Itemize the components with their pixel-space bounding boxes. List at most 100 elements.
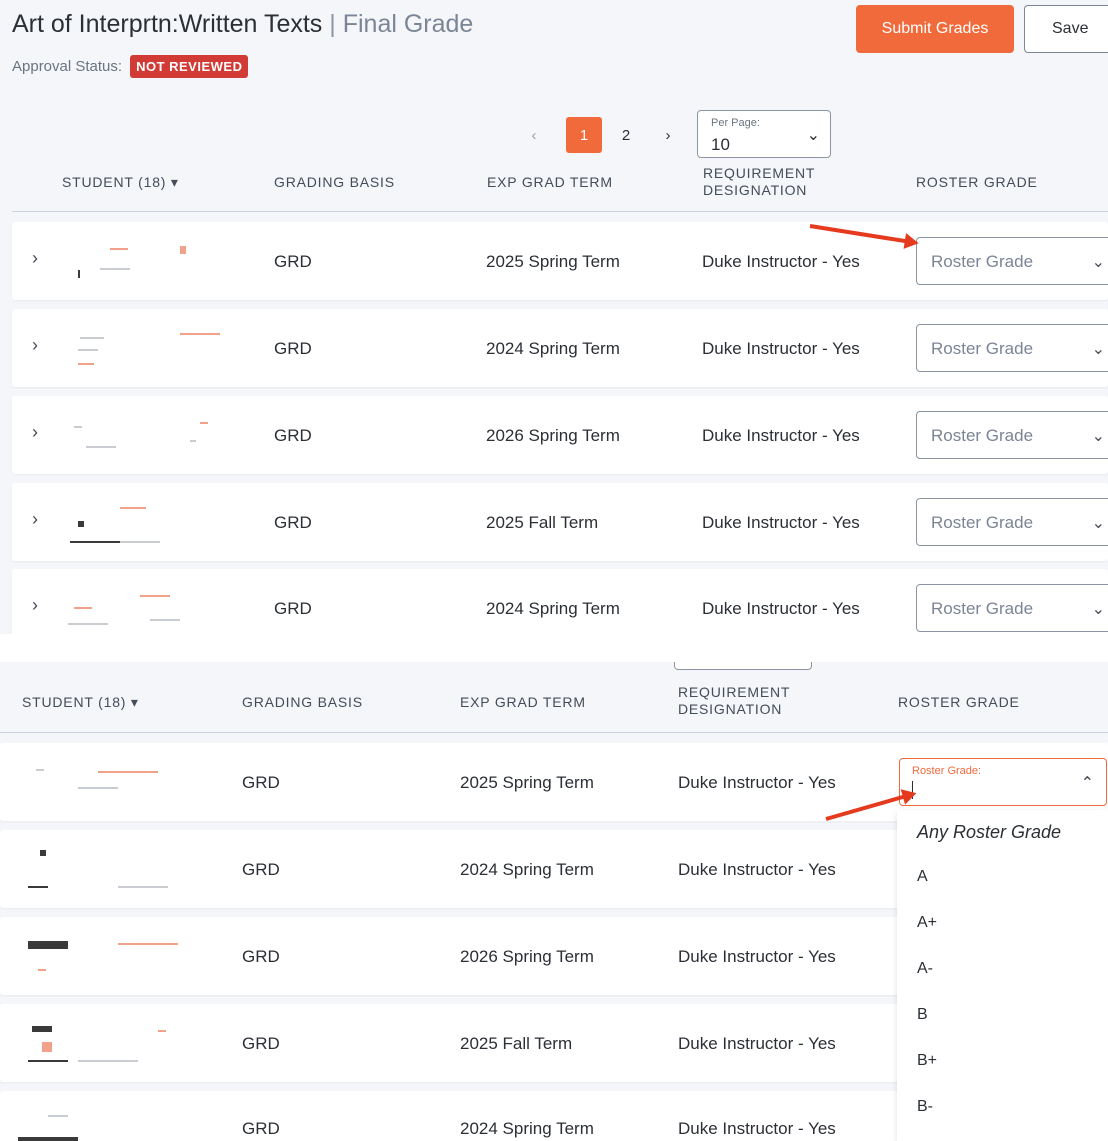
roster-grade-placeholder: Roster Grade [931, 513, 1034, 532]
grade-roster-panel-dropdown-open: STUDENT (18) ▾ GRADING BASIS EXP GRAD TE… [0, 662, 1108, 1141]
table-row: › GRD 2026 Spring Term Duke Instructor -… [12, 396, 1108, 474]
roster-grade-select[interactable]: Roster Grade ⌄ [916, 324, 1108, 372]
column-header-student[interactable]: STUDENT (18) ▾ [62, 174, 179, 191]
grade-roster-panel-collapsed: Art of Interprtn:Written Texts | Final G… [0, 0, 1108, 634]
requirement-cell: Duke Instructor - Yes [702, 426, 860, 445]
roster-grade-placeholder: Roster Grade [931, 252, 1034, 271]
grading-basis-cell: GRD [242, 947, 280, 966]
per-page-select-edge [674, 662, 812, 670]
exp-grad-term-cell: 2024 Spring Term [486, 339, 620, 358]
per-page-value: 10 [711, 135, 730, 154]
grading-basis-cell: GRD [274, 599, 312, 618]
page-title: Art of Interprtn:Written Texts | Final G… [12, 10, 473, 39]
per-page-label: Per Page: [711, 117, 760, 129]
roster-grade-select[interactable]: Roster Grade ⌄ [916, 584, 1108, 632]
grading-basis-cell: GRD [242, 1119, 280, 1138]
redacted-student-info [60, 406, 208, 462]
grading-basis-cell: GRD [274, 339, 312, 358]
column-header-grading-basis: GRADING BASIS [274, 174, 395, 190]
redacted-student-info [60, 232, 200, 288]
redacted-student-info [18, 753, 158, 809]
redacted-student-info [18, 927, 178, 983]
roster-grade-select-open[interactable]: Roster Grade: ⌃ [899, 758, 1107, 806]
roster-grade-placeholder: Roster Grade [931, 599, 1034, 618]
column-header-exp-grad-term: EXP GRAD TERM [460, 694, 586, 710]
roster-grade-select[interactable]: Roster Grade ⌄ [916, 237, 1108, 285]
chevron-down-icon: ⌄ [1091, 341, 1105, 358]
exp-grad-term-cell: 2025 Spring Term [486, 252, 620, 271]
column-header-requirement-designation: REQUIREMENT DESIGNATION [703, 165, 815, 198]
grading-basis-cell: GRD [274, 513, 312, 532]
option-grade[interactable]: A+ [917, 914, 937, 932]
header-divider [0, 732, 1108, 733]
chevron-down-icon: ⌄ [1091, 515, 1105, 532]
exp-grad-term-cell: 2026 Spring Term [460, 947, 594, 966]
page-1-button[interactable]: 1 [566, 117, 602, 153]
option-grade[interactable]: B [917, 1006, 928, 1024]
chevron-down-icon: ⌄ [806, 127, 820, 144]
chevron-left-icon[interactable]: ‹ [516, 117, 552, 153]
roster-grade-select[interactable]: Roster Grade ⌄ [916, 498, 1108, 546]
requirement-cell: Duke Instructor - Yes [702, 599, 860, 618]
course-title: Art of Interprtn:Written Texts [12, 10, 323, 38]
requirement-cell: Duke Instructor - Yes [702, 513, 860, 532]
per-page-select[interactable]: Per Page: 10 ⌄ [697, 110, 831, 158]
grading-basis-cell: GRD [242, 860, 280, 879]
requirement-cell: Duke Instructor - Yes [678, 773, 836, 792]
table-row: › GRD 2024 Spring Term Duke Instructor -… [12, 309, 1108, 387]
chevron-right-icon[interactable]: › [32, 422, 38, 443]
chevron-up-icon: ⌃ [1080, 775, 1094, 792]
chevron-right-icon[interactable]: › [650, 117, 686, 153]
option-grade[interactable]: A- [917, 960, 933, 978]
table-row: › GRD 2025 Spring Term Duke Instructor -… [12, 222, 1108, 300]
approval-status-label: Approval Status: [12, 58, 123, 75]
column-header-student[interactable]: STUDENT (18) ▾ [22, 694, 139, 711]
roster-grade-label: Roster Grade: [912, 765, 982, 777]
column-header-grading-basis: GRADING BASIS [242, 694, 363, 710]
table-row: › GRD 2024 Spring Term Duke Instructor -… [12, 569, 1108, 634]
grading-basis-cell: GRD [274, 426, 312, 445]
redacted-student-info [18, 1101, 158, 1141]
redacted-student-info [18, 840, 168, 896]
requirement-cell: Duke Instructor - Yes [678, 947, 836, 966]
save-button[interactable]: Save [1024, 5, 1108, 53]
redacted-student-info [60, 579, 200, 634]
roster-grade-options: Any Roster Grade A A+ A- B B+ B- [897, 810, 1108, 1141]
option-any-roster-grade[interactable]: Any Roster Grade [917, 822, 1061, 843]
exp-grad-term-cell: 2026 Spring Term [486, 426, 620, 445]
requirement-cell: Duke Instructor - Yes [702, 339, 860, 358]
chevron-right-icon[interactable]: › [32, 595, 38, 616]
chevron-right-icon[interactable]: › [32, 248, 38, 269]
submit-grades-button[interactable]: Submit Grades [856, 5, 1014, 53]
requirement-cell: Duke Instructor - Yes [678, 1034, 836, 1053]
column-header-roster-grade: ROSTER GRADE [898, 694, 1020, 710]
column-header-exp-grad-term: EXP GRAD TERM [487, 174, 613, 190]
header-divider [12, 211, 1108, 212]
chevron-down-icon: ⌄ [1091, 601, 1105, 618]
title-separator: | [329, 10, 336, 38]
redacted-student-info [18, 1014, 166, 1070]
option-grade[interactable]: A [917, 868, 928, 886]
grading-basis-cell: GRD [242, 773, 280, 792]
roster-grade-placeholder: Roster Grade [931, 426, 1034, 445]
exp-grad-term-cell: 2024 Spring Term [460, 1119, 594, 1138]
exp-grad-term-cell: 2025 Fall Term [486, 513, 599, 532]
page-2-button[interactable]: 2 [608, 117, 644, 153]
requirement-cell: Duke Instructor - Yes [678, 860, 836, 879]
chevron-right-icon[interactable]: › [32, 509, 38, 530]
exp-grad-term-cell: 2025 Spring Term [460, 773, 594, 792]
grading-basis-cell: GRD [274, 252, 312, 271]
roster-grade-placeholder: Roster Grade [931, 339, 1034, 358]
exp-grad-term-cell: 2025 Fall Term [460, 1034, 573, 1053]
column-header-requirement-designation: REQUIREMENT DESIGNATION [678, 684, 790, 717]
status-badge: NOT REVIEWED [130, 55, 249, 78]
column-header-roster-grade: ROSTER GRADE [916, 174, 1038, 190]
roster-grade-select[interactable]: Roster Grade ⌄ [916, 411, 1108, 459]
chevron-right-icon[interactable]: › [32, 335, 38, 356]
chevron-down-icon: ⌄ [1091, 428, 1105, 445]
redacted-student-info [60, 319, 220, 375]
redacted-student-info [60, 493, 200, 549]
exp-grad-term-cell: 2024 Spring Term [486, 599, 620, 618]
option-grade[interactable]: B- [917, 1098, 933, 1116]
option-grade[interactable]: B+ [917, 1052, 937, 1070]
